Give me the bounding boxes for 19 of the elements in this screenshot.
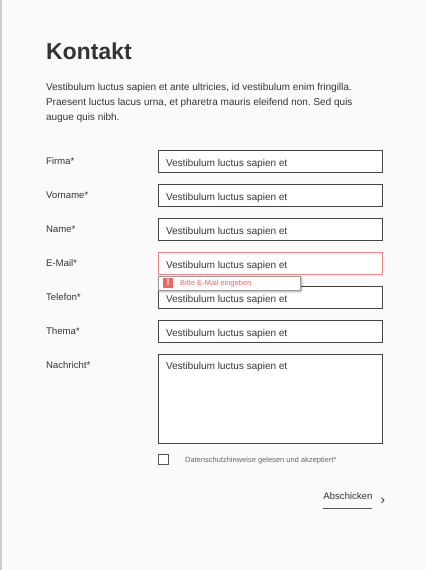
input-field[interactable]: Vestibulum luctus sapien et <box>158 320 383 344</box>
field-label: Firma* <box>46 154 76 169</box>
page-title: Kontakt <box>46 38 133 66</box>
input-field[interactable]: Vestibulum luctus sapien et <box>158 184 383 208</box>
chevron-icon[interactable]: › <box>380 488 385 510</box>
consent-checkbox[interactable] <box>158 454 169 465</box>
submit-button[interactable]: Abschicken <box>323 490 372 509</box>
field-label: E-Mail* <box>46 256 78 271</box>
field-label: Nachricht* <box>46 358 92 373</box>
field-label: Telefon* <box>46 290 82 305</box>
field-label: Thema* <box>46 324 81 339</box>
input-field[interactable]: Vestibulum luctus sapien et <box>158 252 383 276</box>
input-field[interactable]: Vestibulum luctus sapien et <box>158 218 383 242</box>
message-field[interactable]: Vestibulum luctus sapien et <box>158 354 383 444</box>
input-field[interactable]: Vestibulum luctus sapien et <box>158 150 383 174</box>
field-label: Name* <box>46 222 76 237</box>
intro-text: Vestibulum luctus sapien et ante ultricies, id vestibulum enim fringilla. Praesent luctus lacus urna, et pharetra mauris eleifend non. Sed quis augue quis nibh. <box>46 80 354 125</box>
error-icon: ! <box>163 278 173 288</box>
field-label: Vorname* <box>46 188 90 203</box>
